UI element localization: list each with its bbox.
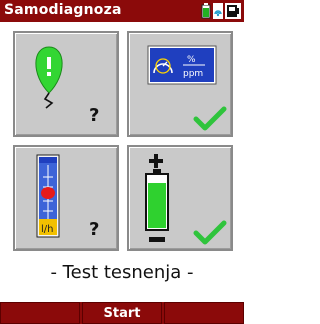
tile-battery-check[interactable] [127,145,233,251]
question-mark-icon: ? [89,105,99,126]
tile-sensor-check[interactable]: % ppm [127,31,233,137]
question-mark-icon: ? [89,219,99,240]
softkey-right[interactable] [164,302,244,324]
check-mark-icon [193,106,227,131]
status-text: ? [89,219,99,240]
status-caption: - Test tesnenja - [50,262,194,283]
device-icon [225,3,241,19]
tile-flow-check[interactable]: l/h ? [13,145,119,251]
status-text: ? [89,105,99,126]
signal-icon [213,3,223,19]
start-button[interactable]: Start [82,302,162,324]
check-mark-icon [193,220,227,245]
title-bar: Samodiagnoza [0,0,244,22]
softkey-left[interactable] [0,302,80,324]
battery-icon [201,3,211,19]
softkey-bar: Start [0,302,244,324]
tile-pump-check[interactable]: ? [13,31,119,137]
status-icons [201,3,241,19]
page-title: Samodiagnoza [4,2,122,18]
